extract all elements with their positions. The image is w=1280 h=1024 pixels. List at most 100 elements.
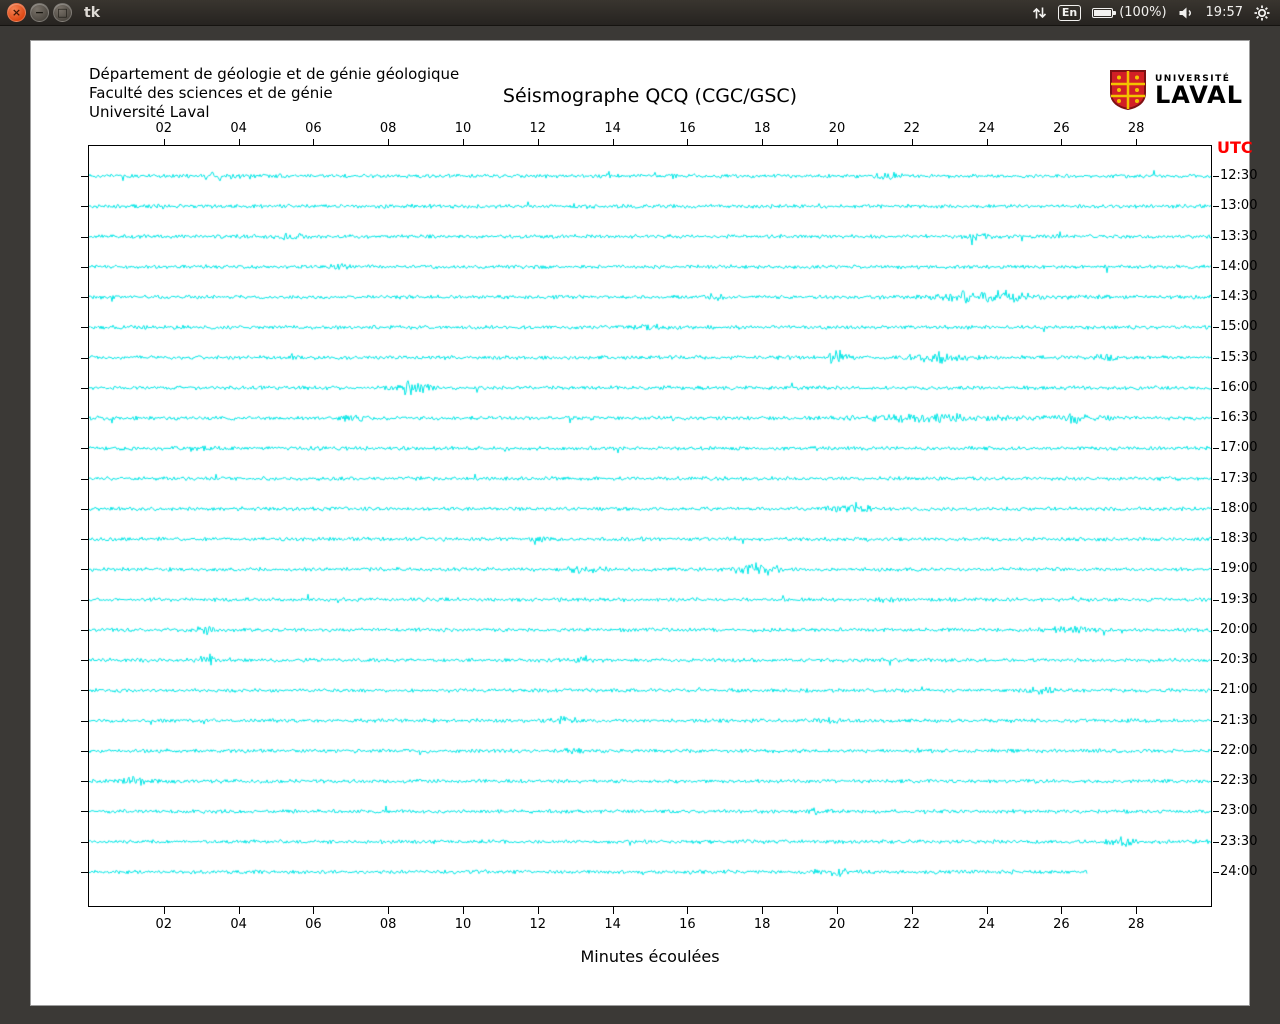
trace-tick-right [1213, 811, 1219, 813]
trace-tick-left [81, 508, 89, 510]
x-tick-label-top: 04 [230, 121, 247, 136]
trace-tick-left [81, 448, 89, 450]
x-tick-mark-top [537, 139, 539, 146]
logo-line-laval: LAVAL [1155, 80, 1244, 109]
session-gear-icon[interactable] [1254, 5, 1270, 21]
trace-tick-right [1213, 176, 1219, 177]
utc-time-label: 20:30 [1220, 652, 1258, 668]
battery-percent: (100%) [1119, 5, 1167, 20]
x-tick-label-top: 06 [305, 121, 322, 136]
utc-time-label: 18:00 [1220, 500, 1258, 516]
utc-time-label: 14:00 [1220, 258, 1258, 274]
battery-icon [1092, 7, 1117, 18]
laval-shield-icon [1110, 70, 1146, 111]
trace-tick-right [1213, 569, 1219, 571]
x-tick-label-top: 14 [604, 121, 621, 136]
x-tick-mark-top [837, 139, 838, 146]
x-tick-mark-bottom [238, 907, 240, 914]
x-tick-mark-bottom [388, 907, 390, 914]
battery-indicator[interactable]: (100%) [1092, 5, 1167, 20]
x-tick-label-top: 28 [1127, 121, 1145, 136]
x-tick-label-bottom: 02 [155, 917, 173, 932]
trace-tick-left [81, 206, 89, 208]
utc-time-label: 17:00 [1220, 440, 1258, 456]
x-tick-label-top: 22 [903, 121, 921, 136]
utc-time-label: 14:30 [1220, 289, 1258, 305]
system-tray: En (100%) 19:57 [1032, 4, 1270, 21]
clock[interactable]: 19:57 [1206, 5, 1243, 20]
trace-tick-right [1213, 206, 1219, 208]
x-tick-label-bottom: 12 [529, 917, 547, 932]
trace-tick-right [1213, 841, 1219, 843]
trace-tick-left [81, 539, 89, 541]
trace-tick-right [1213, 871, 1219, 873]
x-tick-mark-bottom [986, 907, 988, 914]
x-tick-label-bottom: 20 [828, 917, 846, 932]
x-tick-mark-bottom [911, 907, 913, 914]
utc-time-label: 12:30 [1220, 168, 1258, 183]
logo-text: UNIVERSITÉ LAVAL [1155, 74, 1243, 107]
x-tick-label-top: 24 [978, 121, 995, 136]
trace-tick-right [1213, 236, 1219, 238]
close-icon: × [11, 6, 22, 19]
seismogram-plot [88, 145, 1212, 907]
x-tick-label-bottom: 18 [753, 917, 771, 932]
x-tick-mark-bottom [687, 907, 689, 914]
x-tick-label-top: 20 [828, 121, 846, 136]
trace-tick-left [81, 418, 89, 420]
trace-tick-right [1213, 297, 1219, 299]
utc-time-label: 20:00 [1220, 621, 1258, 637]
x-tick-mark-bottom [612, 907, 614, 914]
x-tick-label-bottom: 28 [1127, 917, 1145, 932]
x-tick-mark-top [238, 139, 240, 146]
trace-tick-left [81, 781, 89, 783]
x-tick-label-bottom: 04 [230, 917, 247, 932]
utc-time-label: 19:30 [1220, 591, 1258, 607]
x-tick-mark-top [1061, 139, 1063, 146]
updown-arrows-icon[interactable] [1032, 6, 1047, 20]
x-tick-mark-top [163, 139, 165, 146]
keyboard-layout-indicator[interactable]: En [1057, 4, 1082, 21]
trace-tick-left [81, 176, 89, 177]
window-controls: × − □ [7, 3, 72, 22]
x-tick-label-bottom: 10 [454, 917, 472, 932]
x-tick-label-top: 08 [379, 121, 397, 136]
x-tick-mark-top [911, 139, 913, 146]
x-tick-label-bottom: 16 [679, 917, 696, 932]
utc-time-label: 21:00 [1220, 682, 1258, 698]
utc-time-label: 23:00 [1220, 803, 1258, 819]
trace-tick-right [1213, 327, 1219, 329]
x-tick-label-top: 16 [679, 121, 696, 136]
restore-button[interactable]: □ [53, 3, 72, 22]
utc-time-label: 16:30 [1220, 410, 1258, 426]
trace-tick-left [81, 478, 89, 480]
trace-tick-right [1213, 599, 1219, 601]
utc-time-label: 15:30 [1220, 349, 1258, 365]
trace-tick-left [81, 297, 89, 299]
trace-tick-left [81, 387, 89, 389]
universite-laval-logo: UNIVERSITÉ LAVAL [1109, 69, 1243, 111]
volume-icon[interactable] [1178, 6, 1195, 20]
trace-tick-right [1213, 539, 1219, 541]
x-tick-mark-top [687, 139, 689, 146]
utc-time-label: 22:30 [1220, 773, 1258, 789]
x-tick-label-top: 12 [529, 121, 547, 136]
trace-tick-left [81, 750, 89, 752]
seismograph-window: Département de géologie et de génie géol… [30, 40, 1257, 1006]
trace-tick-left [81, 357, 89, 359]
trace-tick-right [1213, 720, 1219, 722]
utc-time-label: 24:00 [1220, 863, 1258, 879]
window-title: tk [84, 4, 101, 21]
page-title: Séismographe QCQ (CGC/GSC) [502, 85, 798, 107]
minimize-button[interactable]: − [30, 3, 49, 22]
x-tick-label-bottom: 24 [978, 917, 995, 932]
trace-tick-right [1213, 629, 1219, 631]
x-tick-label-bottom: 14 [604, 917, 621, 932]
trace-tick-right [1213, 478, 1219, 480]
x-tick-mark-top [612, 139, 614, 146]
utc-time-label: 21:30 [1220, 712, 1258, 728]
trace-tick-left [81, 629, 89, 631]
x-tick-mark-bottom [762, 907, 764, 914]
close-button[interactable]: × [7, 3, 26, 22]
x-tick-mark-bottom [313, 907, 315, 914]
